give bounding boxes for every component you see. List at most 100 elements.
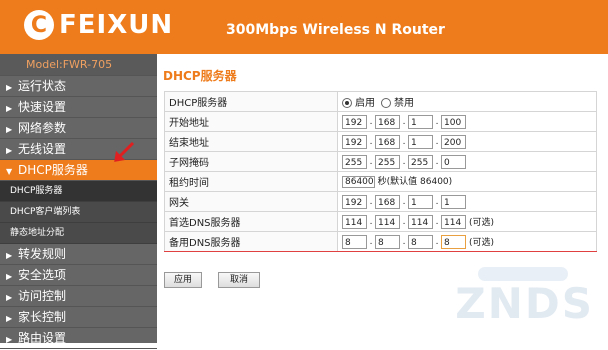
- chevron-right-icon: ▶: [6, 83, 13, 92]
- model-label: Model:FWR-705: [0, 54, 157, 76]
- radio-label: 禁用: [394, 98, 414, 109]
- page-title: DHCP服务器: [163, 69, 237, 83]
- ip-separator: .: [435, 156, 439, 167]
- ip-octet-field[interactable]: 255: [408, 154, 433, 169]
- field-value-cell: 192. 168. 1. 1: [337, 191, 597, 212]
- apply-button[interactable]: 应用: [164, 272, 202, 288]
- ip-octet-field[interactable]: 114: [408, 214, 433, 229]
- radio-label: 启用: [355, 98, 375, 109]
- ip-separator: .: [402, 216, 406, 227]
- ip-separator: .: [402, 156, 406, 167]
- ip-separator: .: [369, 196, 373, 207]
- ip-address-input: 8.8.8.8: [342, 234, 466, 249]
- logo-text: FEIXUN: [59, 10, 174, 40]
- header: C FEIXUN 300Mbps Wireless N Router: [0, 0, 608, 54]
- logo-icon: C: [24, 10, 54, 40]
- sidebar-item-items_before-0[interactable]: ▶ 运行状态: [0, 76, 157, 97]
- radio-option[interactable]: 启用: [342, 98, 375, 109]
- form-row: 开始地址 192. 168. 1. 100: [164, 111, 597, 132]
- ip-octet-field[interactable]: 192: [342, 194, 367, 209]
- chevron-right-icon: ▶: [6, 335, 13, 344]
- field-note: (可选): [469, 217, 495, 228]
- ip-octet-field[interactable]: 8: [441, 234, 466, 249]
- field-value-cell: 192. 168. 1. 200: [337, 131, 597, 152]
- sidebar-item-items_after-3[interactable]: ▶ 家长控制: [0, 307, 157, 328]
- sidebar-item-label: 转发规则: [18, 247, 67, 261]
- submenu-item-1[interactable]: DHCP客户端列表: [0, 202, 157, 223]
- sidebar-item-items_before-2[interactable]: ▶ 网络参数: [0, 118, 157, 139]
- dhcp-settings-form: DHCP服务器 启用 禁用 开始地址 192. 168. 1. 100 结束地址 192. 168.…: [164, 91, 597, 252]
- ip-address-input: 255. 255. 255. 0: [342, 154, 466, 169]
- form-row: DHCP服务器 启用 禁用: [164, 91, 597, 112]
- sidebar-item-label: 安全选项: [18, 268, 67, 282]
- ip-octet-field[interactable]: 1: [408, 134, 433, 149]
- form-row: 首选DNS服务器 114. 114. 114. 114 (可选): [164, 211, 597, 232]
- sidebar-item-items_after-2[interactable]: ▶ 访问控制: [0, 286, 157, 307]
- lease-time-input[interactable]: 86400: [342, 176, 375, 188]
- ip-octet-field[interactable]: 168: [375, 134, 400, 149]
- ip-octet-field[interactable]: 255: [375, 154, 400, 169]
- chevron-right-icon: ▶: [6, 293, 13, 302]
- ip-octet-field[interactable]: 255: [342, 154, 367, 169]
- ip-octet-field[interactable]: 114: [342, 214, 367, 229]
- sidebar-item-items_after-4[interactable]: ▶ 路由设置: [0, 328, 157, 349]
- ip-octet-field[interactable]: 114: [375, 214, 400, 229]
- ip-octet-field[interactable]: 192: [342, 114, 367, 129]
- ip-octet-field[interactable]: 8: [375, 234, 400, 249]
- sidebar-item-items_after-1[interactable]: ▶ 安全选项: [0, 265, 157, 286]
- radio-icon[interactable]: [381, 98, 391, 108]
- form-row: 子网掩码 255. 255. 255. 0: [164, 151, 597, 172]
- ip-separator: .: [369, 216, 373, 227]
- ip-separator: .: [369, 136, 373, 147]
- sidebar-item-items_before-1[interactable]: ▶ 快速设置: [0, 97, 157, 118]
- sidebar: Model:FWR-705 ▶ 运行状态 ▶ 快速设置 ▶ 网络参数 ▶ 无线设置 ▼ DHCP…: [0, 54, 157, 349]
- ip-address-input: 192. 168. 1. 100: [342, 114, 466, 129]
- sidebar-item-label: 网络参数: [18, 121, 67, 135]
- chevron-right-icon: ▶: [6, 104, 13, 113]
- sidebar-item-label: 家长控制: [18, 310, 67, 324]
- field-value-cell: 86400 秒(默认值 86400): [337, 171, 597, 192]
- ip-separator: .: [402, 136, 406, 147]
- ip-separator: .: [435, 236, 439, 247]
- ip-octet-field[interactable]: 114: [441, 214, 466, 229]
- sidebar-item-items_after-0[interactable]: ▶ 转发规则: [0, 244, 157, 265]
- ip-octet-field[interactable]: 168: [375, 114, 400, 129]
- ip-separator: .: [402, 196, 406, 207]
- ip-separator: .: [435, 216, 439, 227]
- sidebar-item-label: 无线设置: [18, 142, 67, 156]
- submenu-item-0[interactable]: DHCP服务器: [0, 181, 157, 202]
- radio-icon[interactable]: [342, 98, 352, 108]
- ip-address-input: 192. 168. 1. 200: [342, 134, 466, 149]
- field-note: 秒(默认值 86400): [377, 177, 453, 187]
- ip-octet-field[interactable]: 192: [342, 134, 367, 149]
- ip-octet-field[interactable]: 1: [441, 194, 466, 209]
- ip-address-input: 114. 114. 114. 114: [342, 214, 466, 229]
- router-title: 300Mbps Wireless N Router: [226, 22, 445, 38]
- field-note: (可选): [469, 237, 495, 248]
- ip-octet-field[interactable]: 0: [441, 154, 466, 169]
- ip-octet-field[interactable]: 1: [408, 194, 433, 209]
- ip-separator: .: [369, 236, 373, 247]
- ip-octet-field[interactable]: 1: [408, 114, 433, 129]
- submenu-item-2[interactable]: 静态地址分配: [0, 223, 157, 244]
- field-label: DHCP服务器: [164, 91, 338, 112]
- ip-separator: .: [435, 196, 439, 207]
- chevron-right-icon: ▶: [6, 251, 13, 260]
- field-value-cell: 255. 255. 255. 0: [337, 151, 597, 172]
- field-label: 网关: [164, 191, 338, 212]
- brand-logo: C FEIXUN: [24, 10, 173, 40]
- radio-option[interactable]: 禁用: [381, 98, 414, 109]
- cancel-button[interactable]: 取消: [218, 272, 260, 288]
- sidebar-item-label: DHCP服务器: [18, 163, 88, 177]
- ip-separator: .: [369, 156, 373, 167]
- ip-octet-field[interactable]: 100: [441, 114, 466, 129]
- ip-octet-field[interactable]: 200: [441, 134, 466, 149]
- ip-octet-field[interactable]: 168: [375, 194, 400, 209]
- ip-separator: .: [369, 116, 373, 127]
- form-row: 租约时间 86400 秒(默认值 86400): [164, 171, 597, 192]
- ip-octet-field[interactable]: 8: [408, 234, 433, 249]
- field-value-cell: 启用 禁用: [337, 91, 597, 112]
- sidebar-item-label: 访问控制: [18, 289, 67, 303]
- ip-octet-field[interactable]: 8: [342, 234, 367, 249]
- form-row: 备用DNS服务器 8. 8. 8. 8 (可选): [164, 231, 597, 252]
